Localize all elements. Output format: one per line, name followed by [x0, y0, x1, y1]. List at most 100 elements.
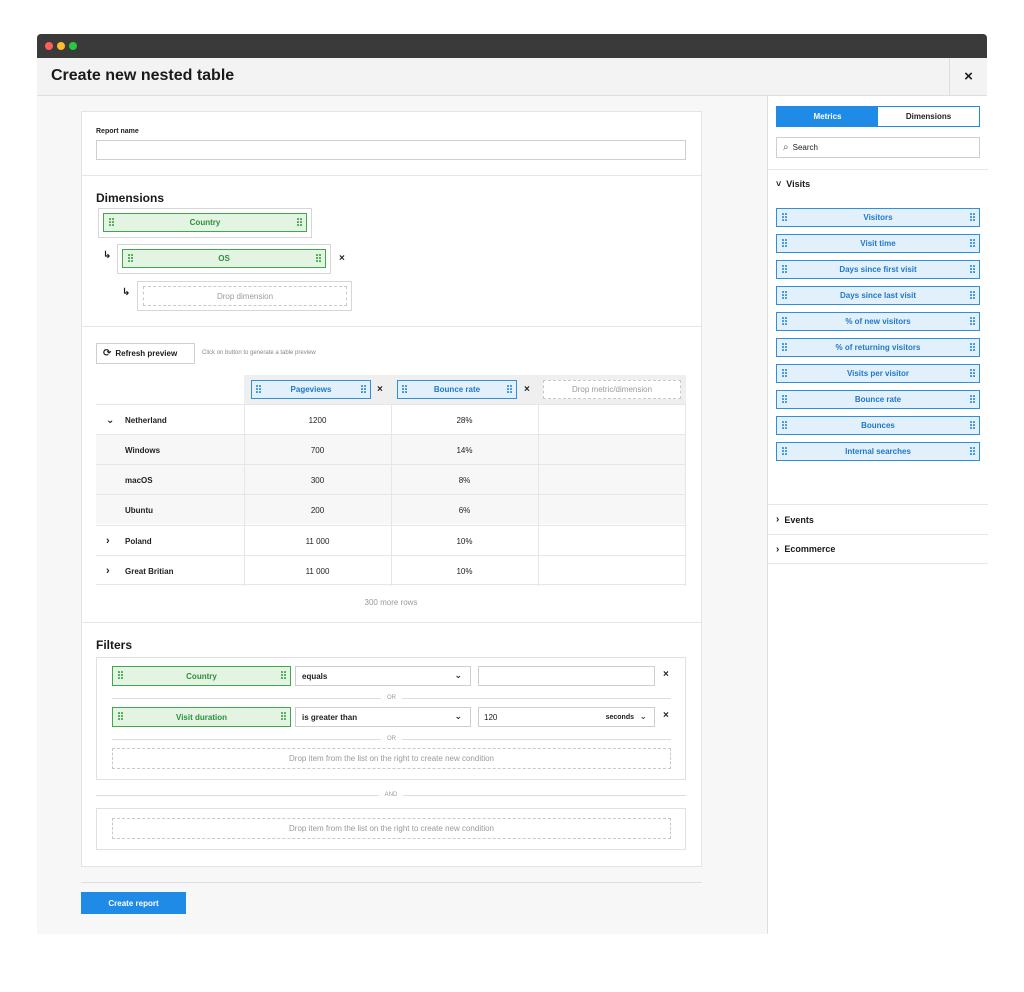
group-ecommerce[interactable]: › Ecommerce: [768, 534, 988, 564]
drag-handle-icon[interactable]: [970, 369, 975, 379]
drag-handle-icon[interactable]: [782, 369, 787, 379]
bounce-rate-cell: 28%: [456, 415, 473, 425]
drag-handle-icon[interactable]: [256, 385, 261, 395]
remove-column-icon[interactable]: ×: [377, 384, 383, 395]
column-divider: [685, 435, 686, 465]
close-window-dot[interactable]: [45, 42, 53, 50]
drag-handle-icon[interactable]: [782, 239, 787, 249]
drag-handle-icon[interactable]: [316, 254, 321, 264]
drag-handle-icon[interactable]: [128, 254, 133, 264]
metric-column-bounce-rate[interactable]: Bounce rate: [397, 380, 517, 399]
metric-item[interactable]: Bounce rate: [776, 390, 980, 409]
metric-item[interactable]: Days since last visit: [776, 286, 980, 305]
drag-handle-icon[interactable]: [782, 395, 787, 405]
drag-handle-icon[interactable]: [402, 385, 407, 395]
filter-field-country[interactable]: Country: [112, 666, 291, 686]
drag-handle-icon[interactable]: [970, 213, 975, 223]
dimensions-heading: Dimensions: [96, 191, 165, 205]
pageviews-cell: 700: [310, 445, 325, 455]
group-visits[interactable]: ˅ Visits: [768, 169, 988, 199]
operator-select[interactable]: equals ⌄: [295, 666, 471, 686]
drop-condition-zone[interactable]: Drop item from the list on the right to …: [112, 818, 671, 839]
drag-handle-icon[interactable]: [782, 421, 787, 431]
table-row[interactable]: › Poland 11 000 10%: [96, 525, 686, 556]
metrics-sidebar: Metrics Dimensions ⌕ Search ˅ Visits Vis…: [767, 96, 988, 934]
drag-handle-icon[interactable]: [118, 671, 123, 681]
minimize-window-dot[interactable]: [57, 42, 65, 50]
table-row[interactable]: ⌄ Netherland 1200 28%: [96, 404, 686, 435]
search-input[interactable]: ⌕ Search: [776, 137, 980, 158]
unit-select[interactable]: seconds: [606, 714, 634, 721]
table-row[interactable]: Windows 700 14%: [96, 434, 686, 465]
remove-condition-icon[interactable]: ×: [663, 669, 669, 680]
drag-handle-icon[interactable]: [970, 239, 975, 249]
drag-handle-icon[interactable]: [782, 213, 787, 223]
metric-item[interactable]: Days since first visit: [776, 260, 980, 279]
drag-handle-icon[interactable]: [361, 385, 366, 395]
group-label: Visits: [786, 179, 811, 189]
nested-arrow-icon: ↳: [122, 287, 131, 298]
drag-handle-icon[interactable]: [970, 317, 975, 327]
drag-handle-icon[interactable]: [281, 712, 286, 722]
column-divider: [538, 526, 539, 556]
drag-handle-icon[interactable]: [118, 712, 123, 722]
drag-handle-icon[interactable]: [970, 291, 975, 301]
more-rows-link[interactable]: 300 more rows: [96, 598, 686, 607]
dimension-chip-label: Country: [189, 218, 221, 227]
create-report-button[interactable]: Create report: [81, 892, 186, 914]
metric-item[interactable]: % of new visitors: [776, 312, 980, 331]
metric-item[interactable]: Internal searches: [776, 442, 980, 461]
operator-select[interactable]: is greater than ⌄: [295, 707, 471, 727]
drag-handle-icon[interactable]: [782, 265, 787, 275]
drop-dimension-zone[interactable]: Drop dimension: [143, 286, 347, 306]
dimension-chip-country[interactable]: Country: [103, 213, 307, 232]
table-row[interactable]: macOS 300 8%: [96, 464, 686, 495]
tab-dimensions[interactable]: Dimensions: [878, 107, 979, 126]
metric-item[interactable]: Visit time: [776, 234, 980, 253]
search-icon: ⌕: [783, 142, 789, 153]
drag-handle-icon[interactable]: [782, 291, 787, 301]
drag-handle-icon[interactable]: [970, 395, 975, 405]
expand-icon[interactable]: ›: [106, 526, 120, 556]
drag-handle-icon[interactable]: [970, 265, 975, 275]
table-row[interactable]: › Great Britian 11 000 10%: [96, 555, 686, 586]
group-label: Ecommerce: [784, 544, 836, 554]
metric-item[interactable]: Bounces: [776, 416, 980, 435]
column-divider: [538, 405, 539, 435]
collapse-icon[interactable]: ⌄: [106, 405, 120, 435]
drag-handle-icon[interactable]: [970, 421, 975, 431]
remove-column-icon[interactable]: ×: [524, 384, 530, 395]
drag-handle-icon[interactable]: [970, 343, 975, 353]
drag-handle-icon[interactable]: [970, 447, 975, 457]
metric-item[interactable]: Visits per visitor: [776, 364, 980, 383]
pageviews-cell: 11 000: [305, 536, 330, 546]
expand-icon[interactable]: ›: [106, 556, 120, 586]
table-row[interactable]: Ubuntu 200 6%: [96, 494, 686, 525]
refresh-preview-button[interactable]: ⟳ Refresh preview: [96, 343, 195, 364]
report-name-input[interactable]: [96, 140, 686, 160]
chevron-down-icon: ⌄: [639, 711, 647, 721]
metric-item[interactable]: Visitors: [776, 208, 980, 227]
drag-handle-icon[interactable]: [281, 671, 286, 681]
drag-handle-icon[interactable]: [782, 447, 787, 457]
metric-column-pageviews[interactable]: Pageviews: [251, 380, 371, 399]
drag-handle-icon[interactable]: [109, 218, 114, 228]
drop-metric-zone[interactable]: Drop metric/dimension: [543, 380, 681, 399]
drag-handle-icon[interactable]: [507, 385, 512, 395]
metric-item[interactable]: % of returning visitors: [776, 338, 980, 357]
filter-value-input[interactable]: [478, 666, 655, 686]
drag-handle-icon[interactable]: [782, 343, 787, 353]
close-dialog-button[interactable]: ×: [949, 58, 987, 95]
remove-condition-icon[interactable]: ×: [663, 710, 669, 721]
drop-condition-zone[interactable]: Drop item from the list on the right to …: [112, 748, 671, 769]
drag-handle-icon[interactable]: [782, 317, 787, 327]
tab-metrics[interactable]: Metrics: [777, 107, 878, 126]
dimension-chip-os[interactable]: OS: [122, 249, 326, 268]
metric-label: Visit time: [860, 239, 896, 248]
drag-handle-icon[interactable]: [297, 218, 302, 228]
group-events[interactable]: › Events: [768, 504, 988, 534]
remove-dimension-icon[interactable]: ×: [339, 253, 345, 264]
maximize-window-dot[interactable]: [69, 42, 77, 50]
filter-field-visit-duration[interactable]: Visit duration: [112, 707, 291, 727]
filter-value-input[interactable]: 120 seconds ⌄: [478, 707, 655, 727]
